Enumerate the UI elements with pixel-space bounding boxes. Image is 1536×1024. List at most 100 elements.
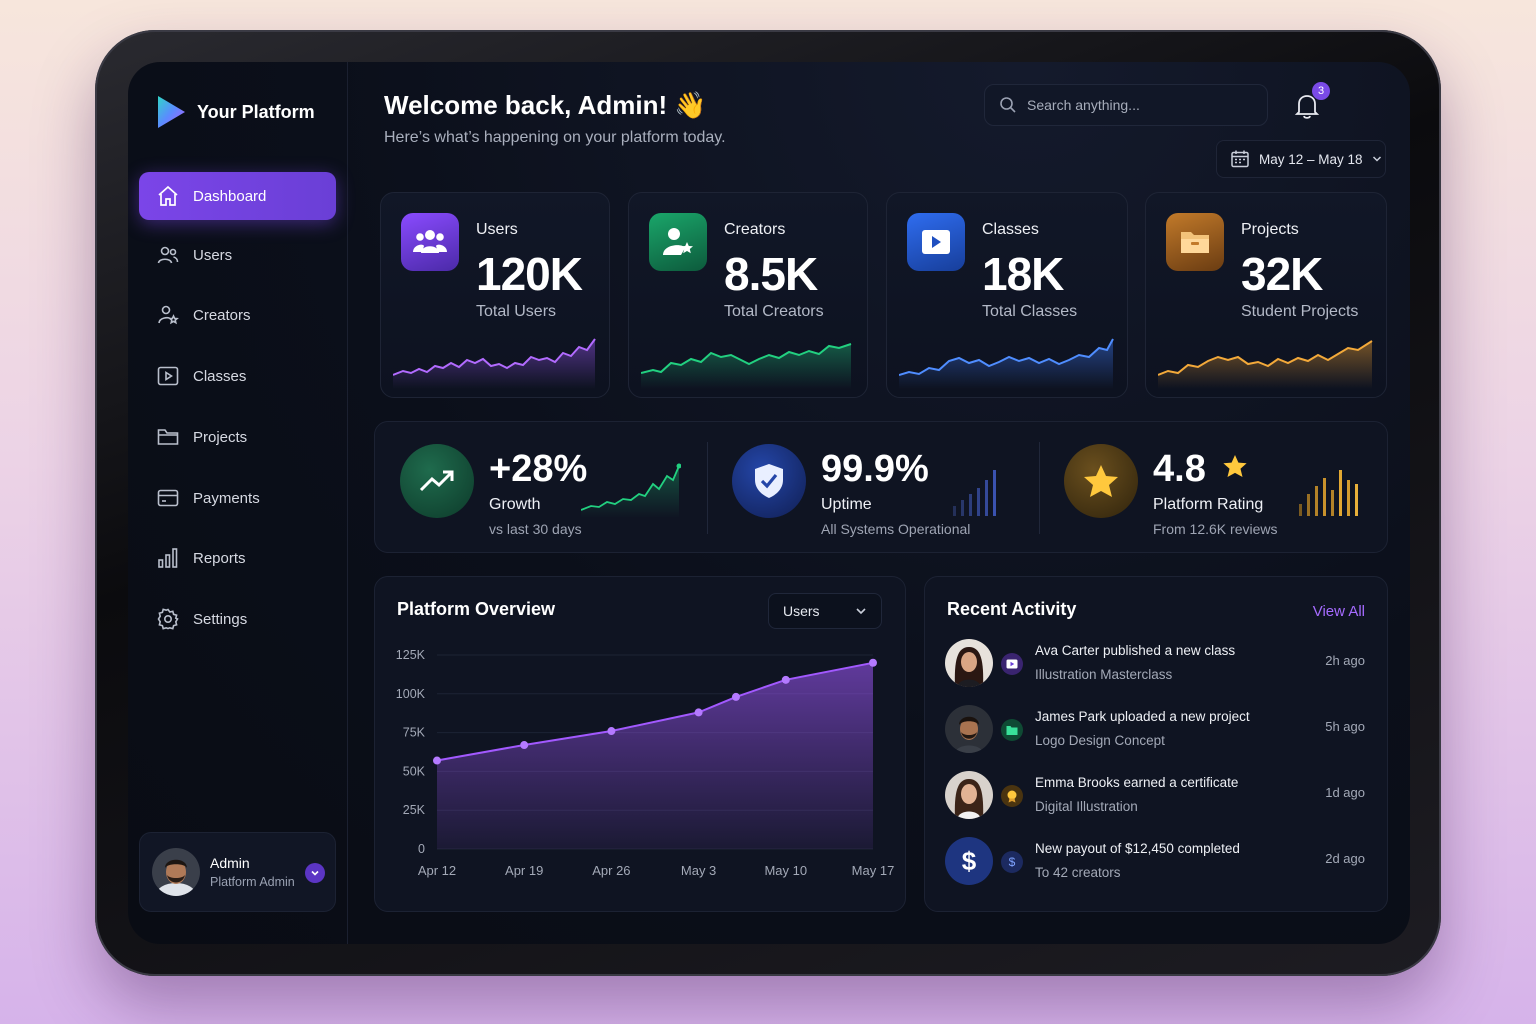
users-group-icon (401, 213, 459, 271)
activity-time: 2d ago (1325, 851, 1365, 866)
y-tick-label: 100K (396, 687, 426, 701)
sidebar-item-payments[interactable]: Payments (139, 474, 336, 522)
sidebar-item-projects[interactable]: Projects (139, 413, 336, 461)
sidebar-item-dashboard[interactable]: Dashboard (139, 172, 336, 220)
dollar-icon: $ (945, 837, 993, 885)
date-range-picker[interactable]: May 12 – May 18 (1216, 140, 1386, 178)
metric-select[interactable]: Users (768, 593, 882, 629)
brand-name: Your Platform (197, 101, 315, 122)
metric-label: Uptime (821, 496, 872, 513)
metric-sub: From 12.6K reviews (1153, 521, 1278, 537)
activity-item[interactable]: Ava Carter published a new class Illustr… (945, 639, 1365, 695)
data-point (694, 708, 703, 717)
data-point (731, 692, 740, 701)
x-tick-label: Apr 12 (418, 863, 456, 878)
stat-card-classes[interactable]: Classes 18K Total Classes (886, 192, 1128, 398)
trend-up-icon (400, 444, 474, 518)
creator-icon (158, 305, 179, 325)
chevron-down-icon[interactable] (305, 863, 325, 883)
select-value: Users (783, 603, 820, 619)
stat-sub: Total Users (476, 303, 557, 320)
brand[interactable]: Your Platform (155, 94, 315, 130)
metric-rating[interactable]: 4.8 Platform Rating From 12.6K reviews (1039, 422, 1387, 552)
sidebar-item-label: Dashboard (193, 187, 267, 205)
activity-sub: Logo Design Concept (1035, 733, 1165, 748)
platform-overview-panel: Platform Overview Users 125K 100K 75K 50K 25… (374, 576, 906, 912)
star-icon (1064, 444, 1138, 518)
activity-time: 1d ago (1325, 785, 1365, 800)
sidebar-item-reports[interactable]: Reports (139, 534, 336, 582)
sidebar-item-settings[interactable]: Settings (139, 595, 336, 643)
rating-value: 4.8 (1153, 448, 1206, 490)
medal-icon (1001, 785, 1023, 807)
folder-icon (1166, 213, 1224, 271)
stat-card-creators[interactable]: Creators 8.5K Total Creators (628, 192, 868, 398)
date-range-label: May 12 – May 18 (1259, 151, 1363, 167)
activity-item[interactable]: James Park uploaded a new project Logo D… (945, 705, 1365, 761)
sparkline-creators (641, 343, 852, 389)
y-tick-label: 50K (403, 764, 426, 778)
avatar (945, 639, 993, 687)
profile-role: Platform Admin (210, 875, 295, 889)
data-point (607, 727, 616, 736)
search-input[interactable] (1027, 97, 1247, 113)
stat-sub: Total Creators (724, 303, 824, 320)
activity-title: Emma Brooks earned a certificate (1035, 775, 1239, 790)
stat-label: Classes (982, 221, 1039, 238)
stat-card-projects[interactable]: Projects 32K Student Projects (1145, 192, 1387, 398)
search-bar[interactable] (984, 84, 1268, 126)
sidebar-item-classes[interactable]: Classes (139, 352, 336, 400)
stat-label: Creators (724, 221, 786, 238)
bar-chart-icon (158, 548, 178, 568)
dashboard-screen: Your Platform Dashboard Users Creators C… (128, 62, 1410, 944)
avatar (945, 771, 993, 819)
sidebar-item-label: Settings (193, 610, 248, 628)
y-tick-label: 25K (403, 803, 426, 817)
stat-value: 120K (476, 248, 583, 300)
avatar (152, 848, 200, 896)
sidebar-item-label: Payments (193, 489, 260, 507)
metric-value: +28% (489, 448, 588, 490)
play-icon (907, 213, 965, 271)
activity-item[interactable]: Emma Brooks earned a certificate Digital… (945, 771, 1365, 827)
play-icon (157, 366, 179, 386)
dollar-icon: $ (1001, 851, 1023, 873)
stat-sub: Student Projects (1241, 303, 1359, 320)
folder-icon (1001, 719, 1023, 741)
profile-name: Admin (210, 855, 250, 871)
metric-label: Growth (489, 496, 541, 513)
sidebar-item-label: Projects (193, 428, 248, 446)
brand-logo-icon (158, 96, 185, 128)
y-tick-label: 0 (418, 842, 425, 856)
play-icon (1001, 653, 1023, 675)
folder-icon (157, 429, 179, 445)
stat-value: 8.5K (724, 248, 818, 300)
notification-badge: 3 (1312, 82, 1330, 100)
data-point (520, 741, 529, 750)
home-icon (158, 185, 178, 206)
avatar (945, 705, 993, 753)
chevron-down-icon (1372, 156, 1381, 162)
x-tick-label: Apr 26 (592, 863, 630, 878)
panel-title: Platform Overview (397, 599, 556, 619)
metric-uptime[interactable]: 99.9% Uptime All Systems Operational (707, 422, 1037, 552)
profile-card[interactable]: Admin Platform Admin (139, 832, 336, 912)
data-point (433, 756, 441, 765)
creator-star-icon (649, 213, 707, 271)
sidebar-item-creators[interactable]: Creators (139, 291, 336, 339)
metric-growth[interactable]: +28% Growth vs last 30 days (375, 422, 705, 552)
calendar-icon (1231, 150, 1249, 168)
card-icon (157, 489, 179, 507)
activity-time: 2h ago (1325, 653, 1365, 668)
search-icon (1000, 97, 1016, 113)
activity-title: New payout of $12,450 completed (1035, 841, 1240, 856)
y-tick-label: 125K (396, 648, 426, 662)
data-point (781, 675, 790, 684)
view-all-link[interactable]: View All (1313, 603, 1365, 620)
sidebar-item-users[interactable]: Users (139, 231, 336, 279)
metrics-strip: +28% Growth vs last 30 days 99.9% Uptime… (374, 421, 1388, 553)
activity-item[interactable]: $ $ New payout of $12,450 completed To 4… (945, 837, 1365, 893)
activity-time: 5h ago (1325, 719, 1365, 734)
stat-card-users[interactable]: Users 120K Total Users (380, 192, 610, 398)
sidebar-item-label: Users (193, 246, 233, 264)
